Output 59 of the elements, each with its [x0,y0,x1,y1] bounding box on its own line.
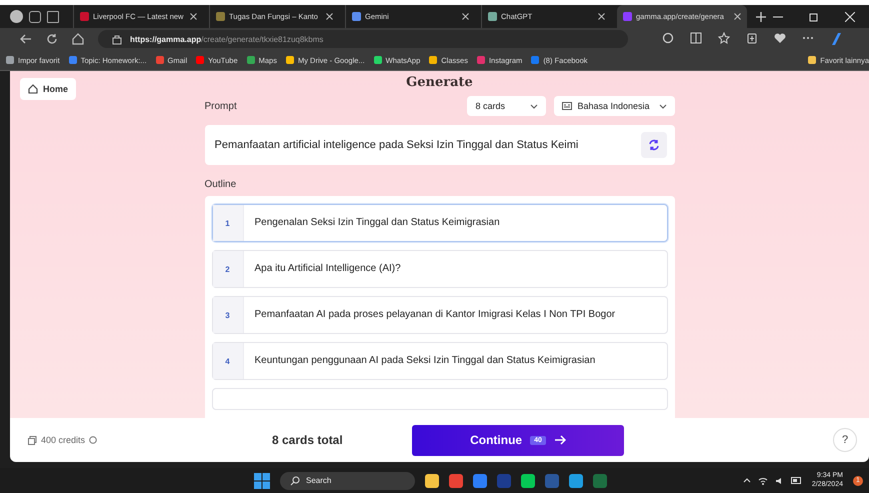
favorites-icon[interactable] [718,32,730,44]
speaker-icon[interactable] [774,476,784,484]
search-icon [290,476,300,486]
outline-label: Outline [204,179,238,190]
outline-card[interactable]: 3 Pemanfaatan AI pada proses pelayanan di Kantor Imigrasi Kelas I Non TPI Bogor [212,296,668,334]
taskbar-app-icon[interactable] [425,474,439,488]
page-title: Generate [406,74,473,90]
battery-icon[interactable] [790,477,802,484]
arrow-right-icon [554,435,566,445]
card-title: Apa itu Artificial Intelligence (AI)? [254,262,402,276]
outline-card[interactable]: 4 Keuntungan penggunaan AI pada Seksi Izin Tinggal dan Status Keimigrasian [212,342,668,380]
prompt-field[interactable]: Pemanfaatan artificial inteligence pada Seksi Izin Tinggal dan Status Keimi [204,125,674,165]
card-title: Keuntungan penggunaan AI pada Seksi Izin Tinggal dan Status Keimigrasian [254,354,596,368]
outline-card[interactable]: 1 Pengenalan Seksi Izin Tinggal dan Status Keimigrasian [212,204,668,242]
close-tab-icon[interactable] [190,13,197,20]
lock-icon [112,34,122,44]
shuffle-icon [648,139,660,151]
prompt-label: Prompt [204,100,237,112]
new-tab-icon[interactable] [755,10,767,22]
taskbar-app-icon[interactable] [449,474,463,488]
card-title: Pemanfaatan AI pada proses pelayanan di Kantor Imigrasi Kelas I Non TPI Bogor [254,308,616,322]
taskbar-app-icon[interactable] [521,474,535,488]
wifi-icon[interactable] [758,476,768,484]
taskbar-search-field[interactable]: Search [280,472,415,490]
language-dropdown[interactable]: Bahasa Indonesia [554,96,674,116]
close-icon[interactable] [845,12,855,22]
cards-dropdown[interactable]: 8 cards [467,96,546,116]
taskbar-app-icon[interactable] [569,474,583,488]
address-field[interactable]: https://gamma.app/create/generate/tkxie81zuq8kbms [98,30,628,48]
restore-icon[interactable] [809,12,819,22]
help-button[interactable]: ? [833,428,857,452]
close-tab-icon[interactable] [598,13,605,20]
heart-icon[interactable] [774,32,786,44]
card-number: 1 [212,205,244,241]
reload-icon[interactable] [46,33,58,45]
credits-label: 400 credits [41,435,86,445]
home-button[interactable]: Home [20,78,76,100]
split-screen-icon[interactable] [690,32,702,44]
card-number: 3 [212,297,244,333]
close-tab-icon[interactable] [462,13,469,20]
home-icon[interactable] [72,33,84,45]
profile-avatar-icon[interactable] [10,10,23,23]
card-number: 4 [212,343,244,379]
language-icon [562,102,572,110]
taskbar-app-icon[interactable] [473,474,487,488]
home-icon [28,84,38,94]
back-icon[interactable] [20,33,32,45]
close-tab-icon[interactable] [734,13,741,20]
chevron-up-icon[interactable] [742,478,751,483]
card-number: 2 [212,251,244,287]
start-icon[interactable] [254,472,270,488]
cards-total: 8 cards total [272,433,344,447]
collections-icon[interactable] [746,32,758,44]
shuffle-button[interactable] [640,132,666,158]
card-title: Pengenalan Seksi Izin Tinggal dan Status Keimigrasian [254,216,501,230]
copilot-icon[interactable] [830,32,842,46]
outline-card[interactable]: 2 Apa itu Artificial Intelligence (AI)? [212,250,668,288]
credits-icon [28,436,37,444]
close-tab-icon[interactable] [326,13,333,20]
